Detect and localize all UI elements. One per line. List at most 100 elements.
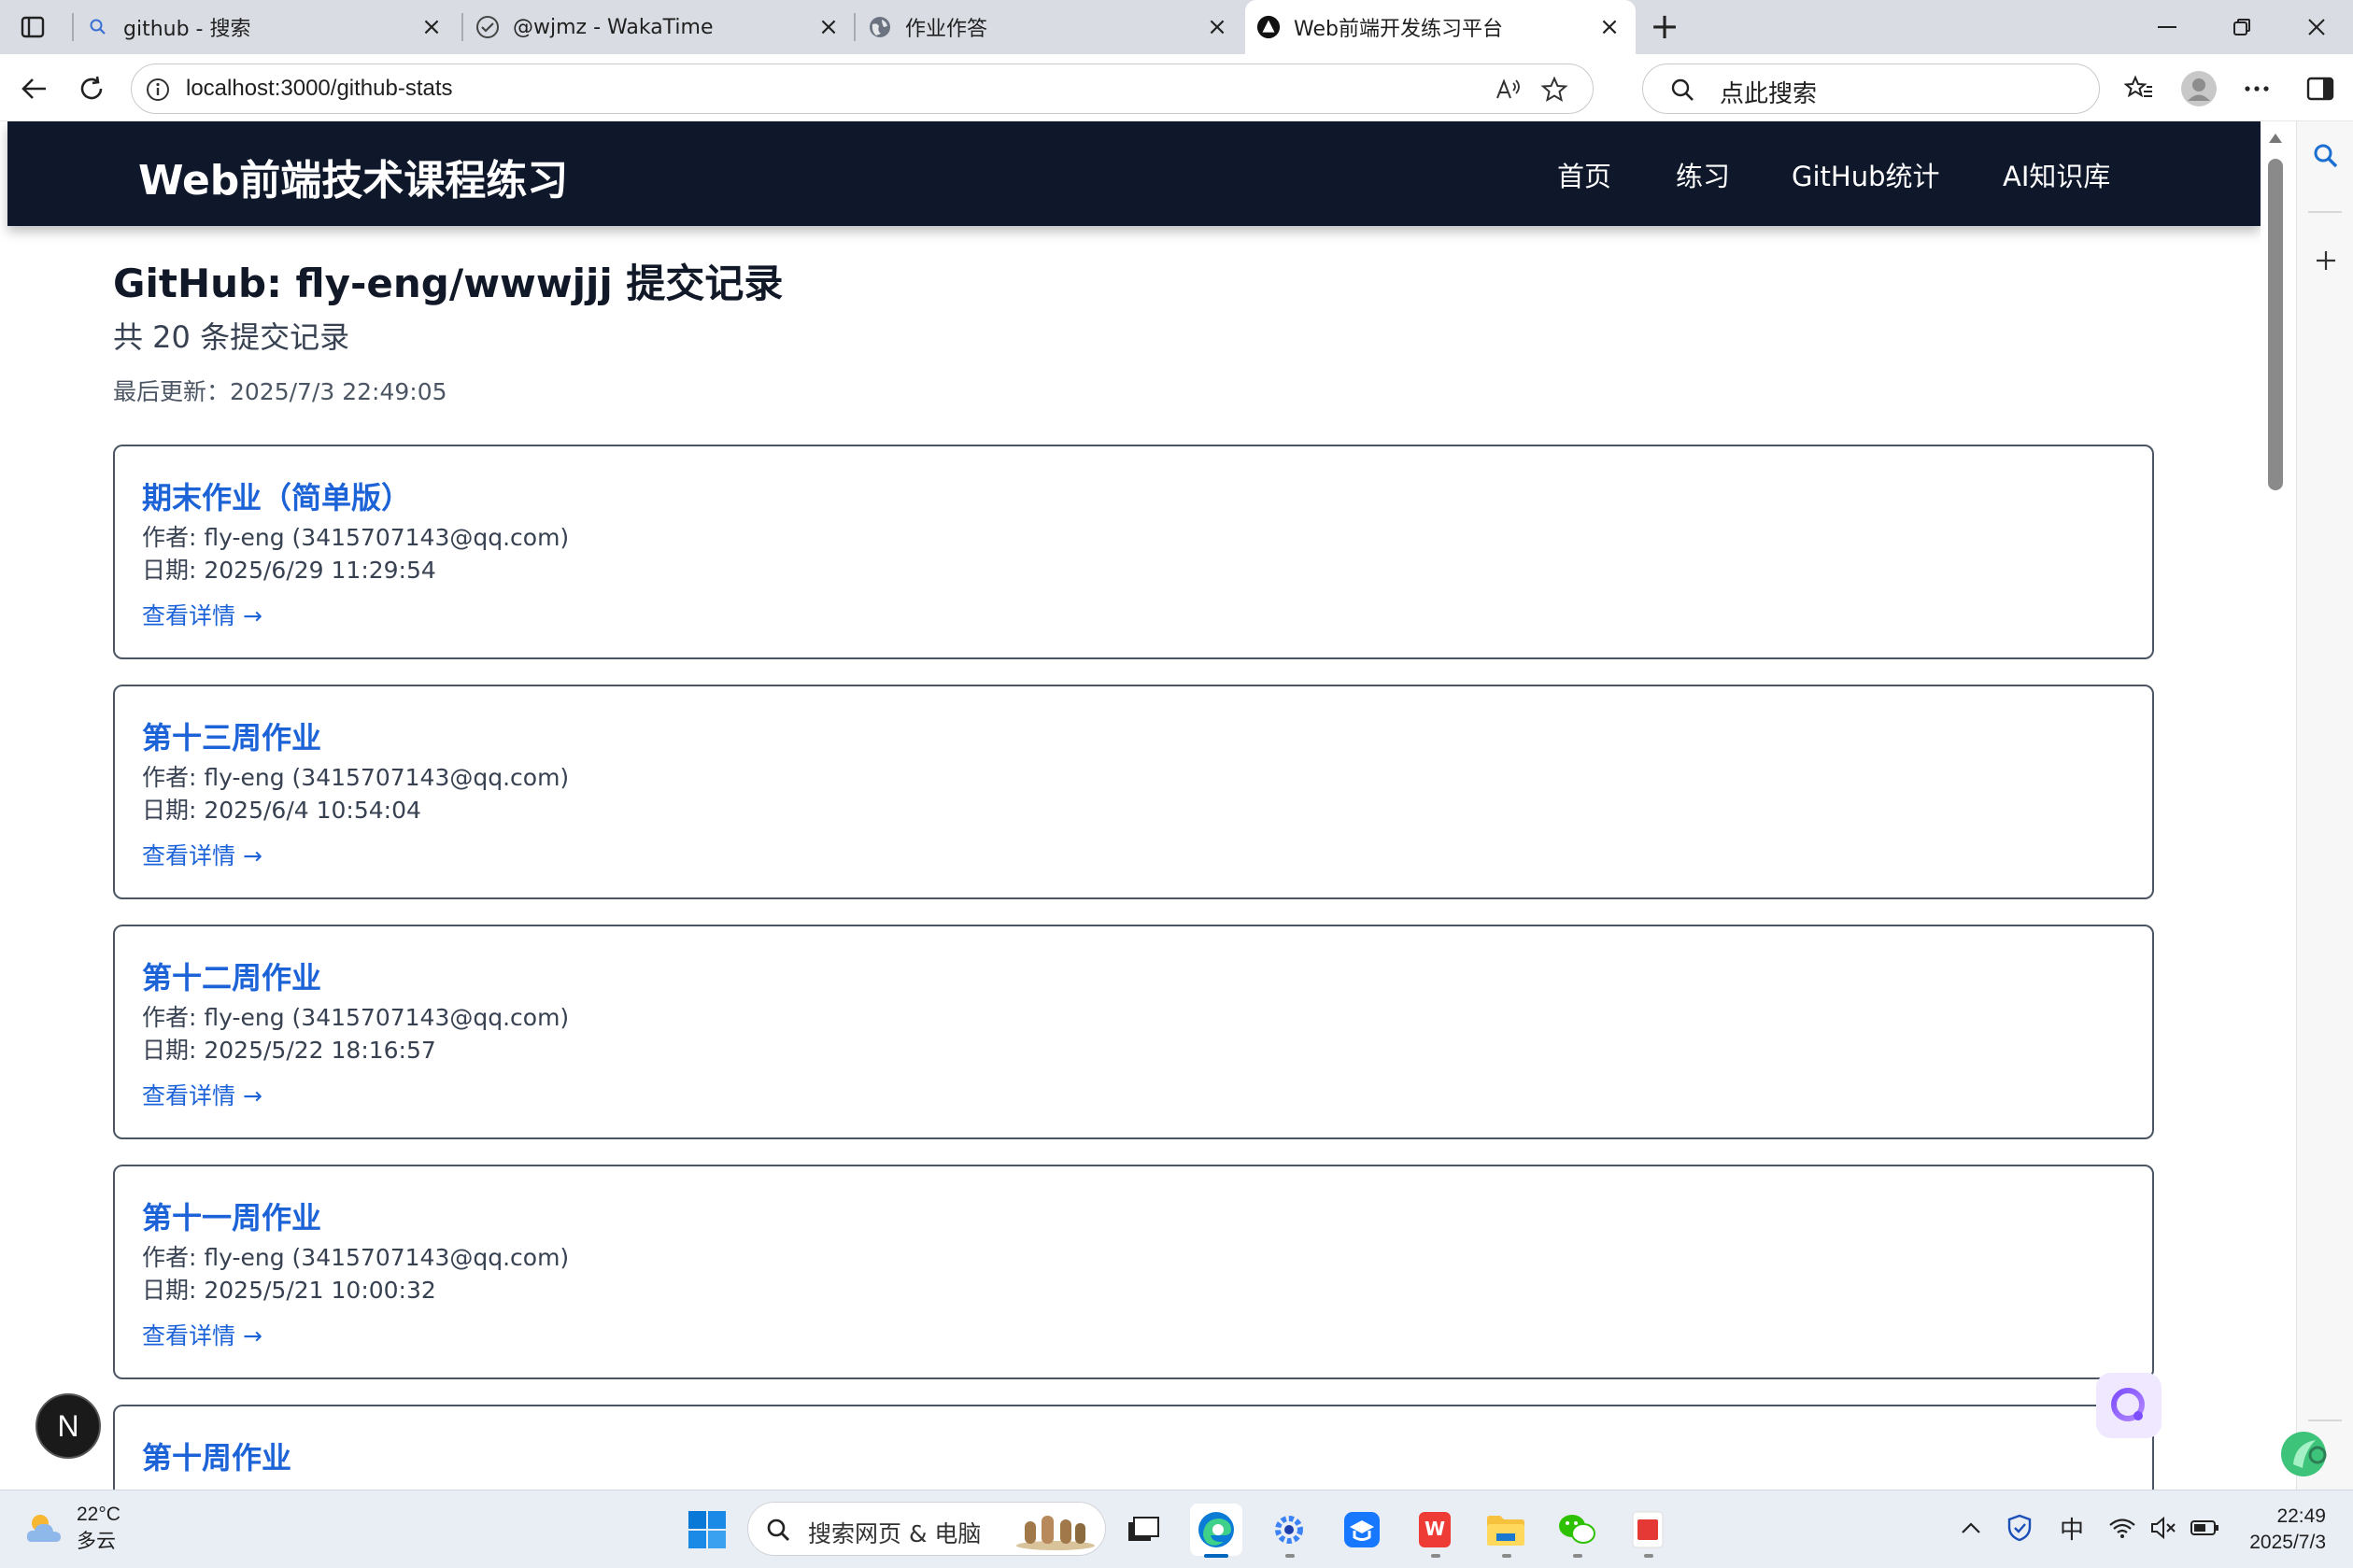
- view-details-link[interactable]: 查看详情 →: [142, 598, 262, 631]
- refresh-icon[interactable]: [71, 68, 112, 109]
- commit-title[interactable]: 第十周作业: [142, 1434, 291, 1477]
- scrollbar-thumb[interactable]: [2268, 159, 2283, 490]
- commit-date: 日期: 2025/5/21 10:00:32: [142, 1277, 436, 1304]
- wifi-icon[interactable]: [2107, 1513, 2137, 1543]
- commit-date: 日期: 2025/6/4 10:54:04: [142, 797, 421, 824]
- commit-title[interactable]: 第十一周作业: [142, 1194, 321, 1237]
- commit-count: 共 20 条提交记录: [113, 319, 350, 355]
- chevron-up-icon[interactable]: [1956, 1513, 1986, 1543]
- sidebar-add-icon[interactable]: [2310, 245, 2342, 276]
- browser-toolbar: localhost:3000/github-stats 点此搜索: [0, 54, 2353, 121]
- site-brand[interactable]: Web前端技术课程练习: [138, 147, 568, 206]
- commit-title[interactable]: 期末作业（简单版）: [142, 474, 411, 517]
- close-icon[interactable]: ×: [1204, 13, 1230, 41]
- windows-taskbar: 22°C 多云 搜索网页 & 电脑 W 中 22:49 2025/7/3: [0, 1490, 2353, 1568]
- browser-tab-strip: github - 搜索 × @wjmz - WakaTime × 作业作答 × …: [0, 0, 2353, 54]
- favorites-icon[interactable]: [2119, 68, 2160, 109]
- settings-app-icon[interactable]: [1263, 1504, 1315, 1558]
- page-title: GitHub: fly-eng/wwwjjj 提交记录: [113, 261, 784, 306]
- wakatime-icon: [475, 15, 500, 39]
- nav-home[interactable]: 首页: [1557, 155, 1611, 194]
- nextjs-dev-badge[interactable]: N: [35, 1393, 101, 1459]
- copilot-icon[interactable]: [2276, 1427, 2331, 1481]
- restore-icon[interactable]: [2223, 11, 2261, 43]
- commit-card: 第十三周作业 作者: fly-eng (3415707143@qq.com) 日…: [113, 685, 2154, 899]
- nav-practice[interactable]: 练习: [1676, 155, 1730, 194]
- cloud-sun-icon: [26, 1515, 61, 1542]
- new-tab-button[interactable]: +: [1646, 8, 1683, 45]
- globe-icon: [868, 15, 892, 39]
- volume-muted-icon[interactable]: [2148, 1513, 2178, 1543]
- sidebar-search-icon[interactable]: [2310, 140, 2342, 172]
- taskbar-search[interactable]: 搜索网页 & 电脑: [747, 1502, 1106, 1556]
- tab-wakatime[interactable]: @wjmz - WakaTime ×: [464, 0, 855, 54]
- nav-ai-knowledge[interactable]: AI知识库: [2003, 155, 2110, 194]
- taskbar-search-text: 搜索网页 & 电脑: [808, 1520, 982, 1547]
- view-details-link[interactable]: 查看详情 →: [142, 1078, 262, 1111]
- file-explorer-icon[interactable]: [1480, 1504, 1532, 1558]
- running-indicator: [1644, 1554, 1653, 1558]
- sidebar-toggle-icon[interactable]: [2300, 68, 2341, 109]
- tab-separator: [72, 13, 74, 41]
- view-details-link[interactable]: 查看详情 →: [142, 1318, 262, 1351]
- tab-title: github - 搜索: [123, 18, 251, 41]
- commit-date: 日期: 2025/5/22 18:16:57: [142, 1037, 436, 1064]
- minimize-icon[interactable]: [2148, 11, 2186, 43]
- tab-homework[interactable]: 作业作答 ×: [857, 0, 1243, 54]
- commit-card: 期末作业（简单版） 作者: fly-eng (3415707143@qq.com…: [113, 445, 2154, 659]
- close-window-icon[interactable]: [2298, 11, 2335, 43]
- close-icon[interactable]: ×: [815, 13, 842, 41]
- system-clock[interactable]: 22:49 2025/7/3: [2242, 1504, 2326, 1556]
- close-icon[interactable]: ×: [418, 13, 445, 41]
- url-text[interactable]: localhost:3000/github-stats: [186, 76, 453, 102]
- weather-widget[interactable]: 22°C 多云: [24, 1504, 120, 1554]
- back-icon[interactable]: [13, 68, 54, 109]
- tab-web-platform[interactable]: Web前端开发练习平台 ×: [1245, 0, 1636, 54]
- study-app-icon[interactable]: [1336, 1504, 1388, 1556]
- more-options-icon[interactable]: [2236, 68, 2277, 109]
- tab-github-search[interactable]: github - 搜索 ×: [75, 0, 458, 54]
- tab-title: 作业作答: [905, 18, 988, 41]
- tab-separator: [854, 13, 856, 41]
- site-info-icon[interactable]: [145, 77, 171, 103]
- scroll-up-arrow-icon[interactable]: [2266, 131, 2285, 146]
- commit-card: 第十周作业: [113, 1405, 2154, 1490]
- profile-avatar[interactable]: [2178, 68, 2219, 109]
- battery-icon[interactable]: [2190, 1513, 2219, 1543]
- commit-card: 第十一周作业 作者: fly-eng (3415707143@qq.com) 日…: [113, 1165, 2154, 1379]
- search-icon: [86, 15, 110, 39]
- commit-title[interactable]: 第十三周作业: [142, 714, 321, 757]
- tab-title: @wjmz - WakaTime: [513, 15, 714, 39]
- windows-start-icon[interactable]: [687, 1509, 728, 1550]
- assistant-icon[interactable]: [2096, 1373, 2162, 1438]
- running-indicator: [1502, 1554, 1511, 1558]
- commit-author: 作者: fly-eng (3415707143@qq.com): [142, 1244, 570, 1271]
- address-bar[interactable]: localhost:3000/github-stats: [131, 64, 1594, 114]
- weather-condition: 多云: [77, 1530, 116, 1552]
- wechat-icon[interactable]: [1551, 1504, 1603, 1558]
- running-indicator: [1573, 1554, 1582, 1558]
- svg-text:W: W: [1425, 1518, 1445, 1540]
- sidebar-divider: [2308, 1420, 2342, 1421]
- favorite-star-icon[interactable]: [1540, 76, 1568, 104]
- close-icon[interactable]: ×: [1596, 13, 1623, 41]
- view-details-link[interactable]: 查看详情 →: [142, 838, 262, 871]
- wps-office-icon[interactable]: W: [1409, 1504, 1461, 1558]
- nav-github-stats[interactable]: GitHub统计: [1792, 155, 1940, 194]
- commit-author: 作者: fly-eng (3415707143@qq.com): [142, 764, 570, 791]
- read-aloud-icon[interactable]: [1494, 76, 1522, 104]
- tab-actions-icon[interactable]: [17, 12, 49, 42]
- nextjs-icon: [1256, 15, 1281, 39]
- commit-date: 日期: 2025/6/29 11:29:54: [142, 557, 436, 584]
- shield-icon[interactable]: [2005, 1513, 2034, 1543]
- ime-indicator[interactable]: 中: [2057, 1513, 2087, 1545]
- sidebar-divider: [2308, 211, 2342, 213]
- task-view-icon[interactable]: [1117, 1504, 1169, 1556]
- browser-search-box[interactable]: 点此搜索: [1642, 64, 2100, 114]
- site-header: Web前端技术课程练习 首页 练习 GitHub统计 AI知识库: [7, 121, 2261, 226]
- commit-card: 第十二周作业 作者: fly-eng (3415707143@qq.com) 日…: [113, 925, 2154, 1139]
- page-viewport: Web前端技术课程练习 首页 练习 GitHub统计 AI知识库 GitHub:…: [0, 121, 2261, 1490]
- commit-title[interactable]: 第十二周作业: [142, 954, 321, 997]
- edge-browser-icon[interactable]: [1190, 1504, 1242, 1558]
- red-app-icon[interactable]: [1622, 1504, 1674, 1558]
